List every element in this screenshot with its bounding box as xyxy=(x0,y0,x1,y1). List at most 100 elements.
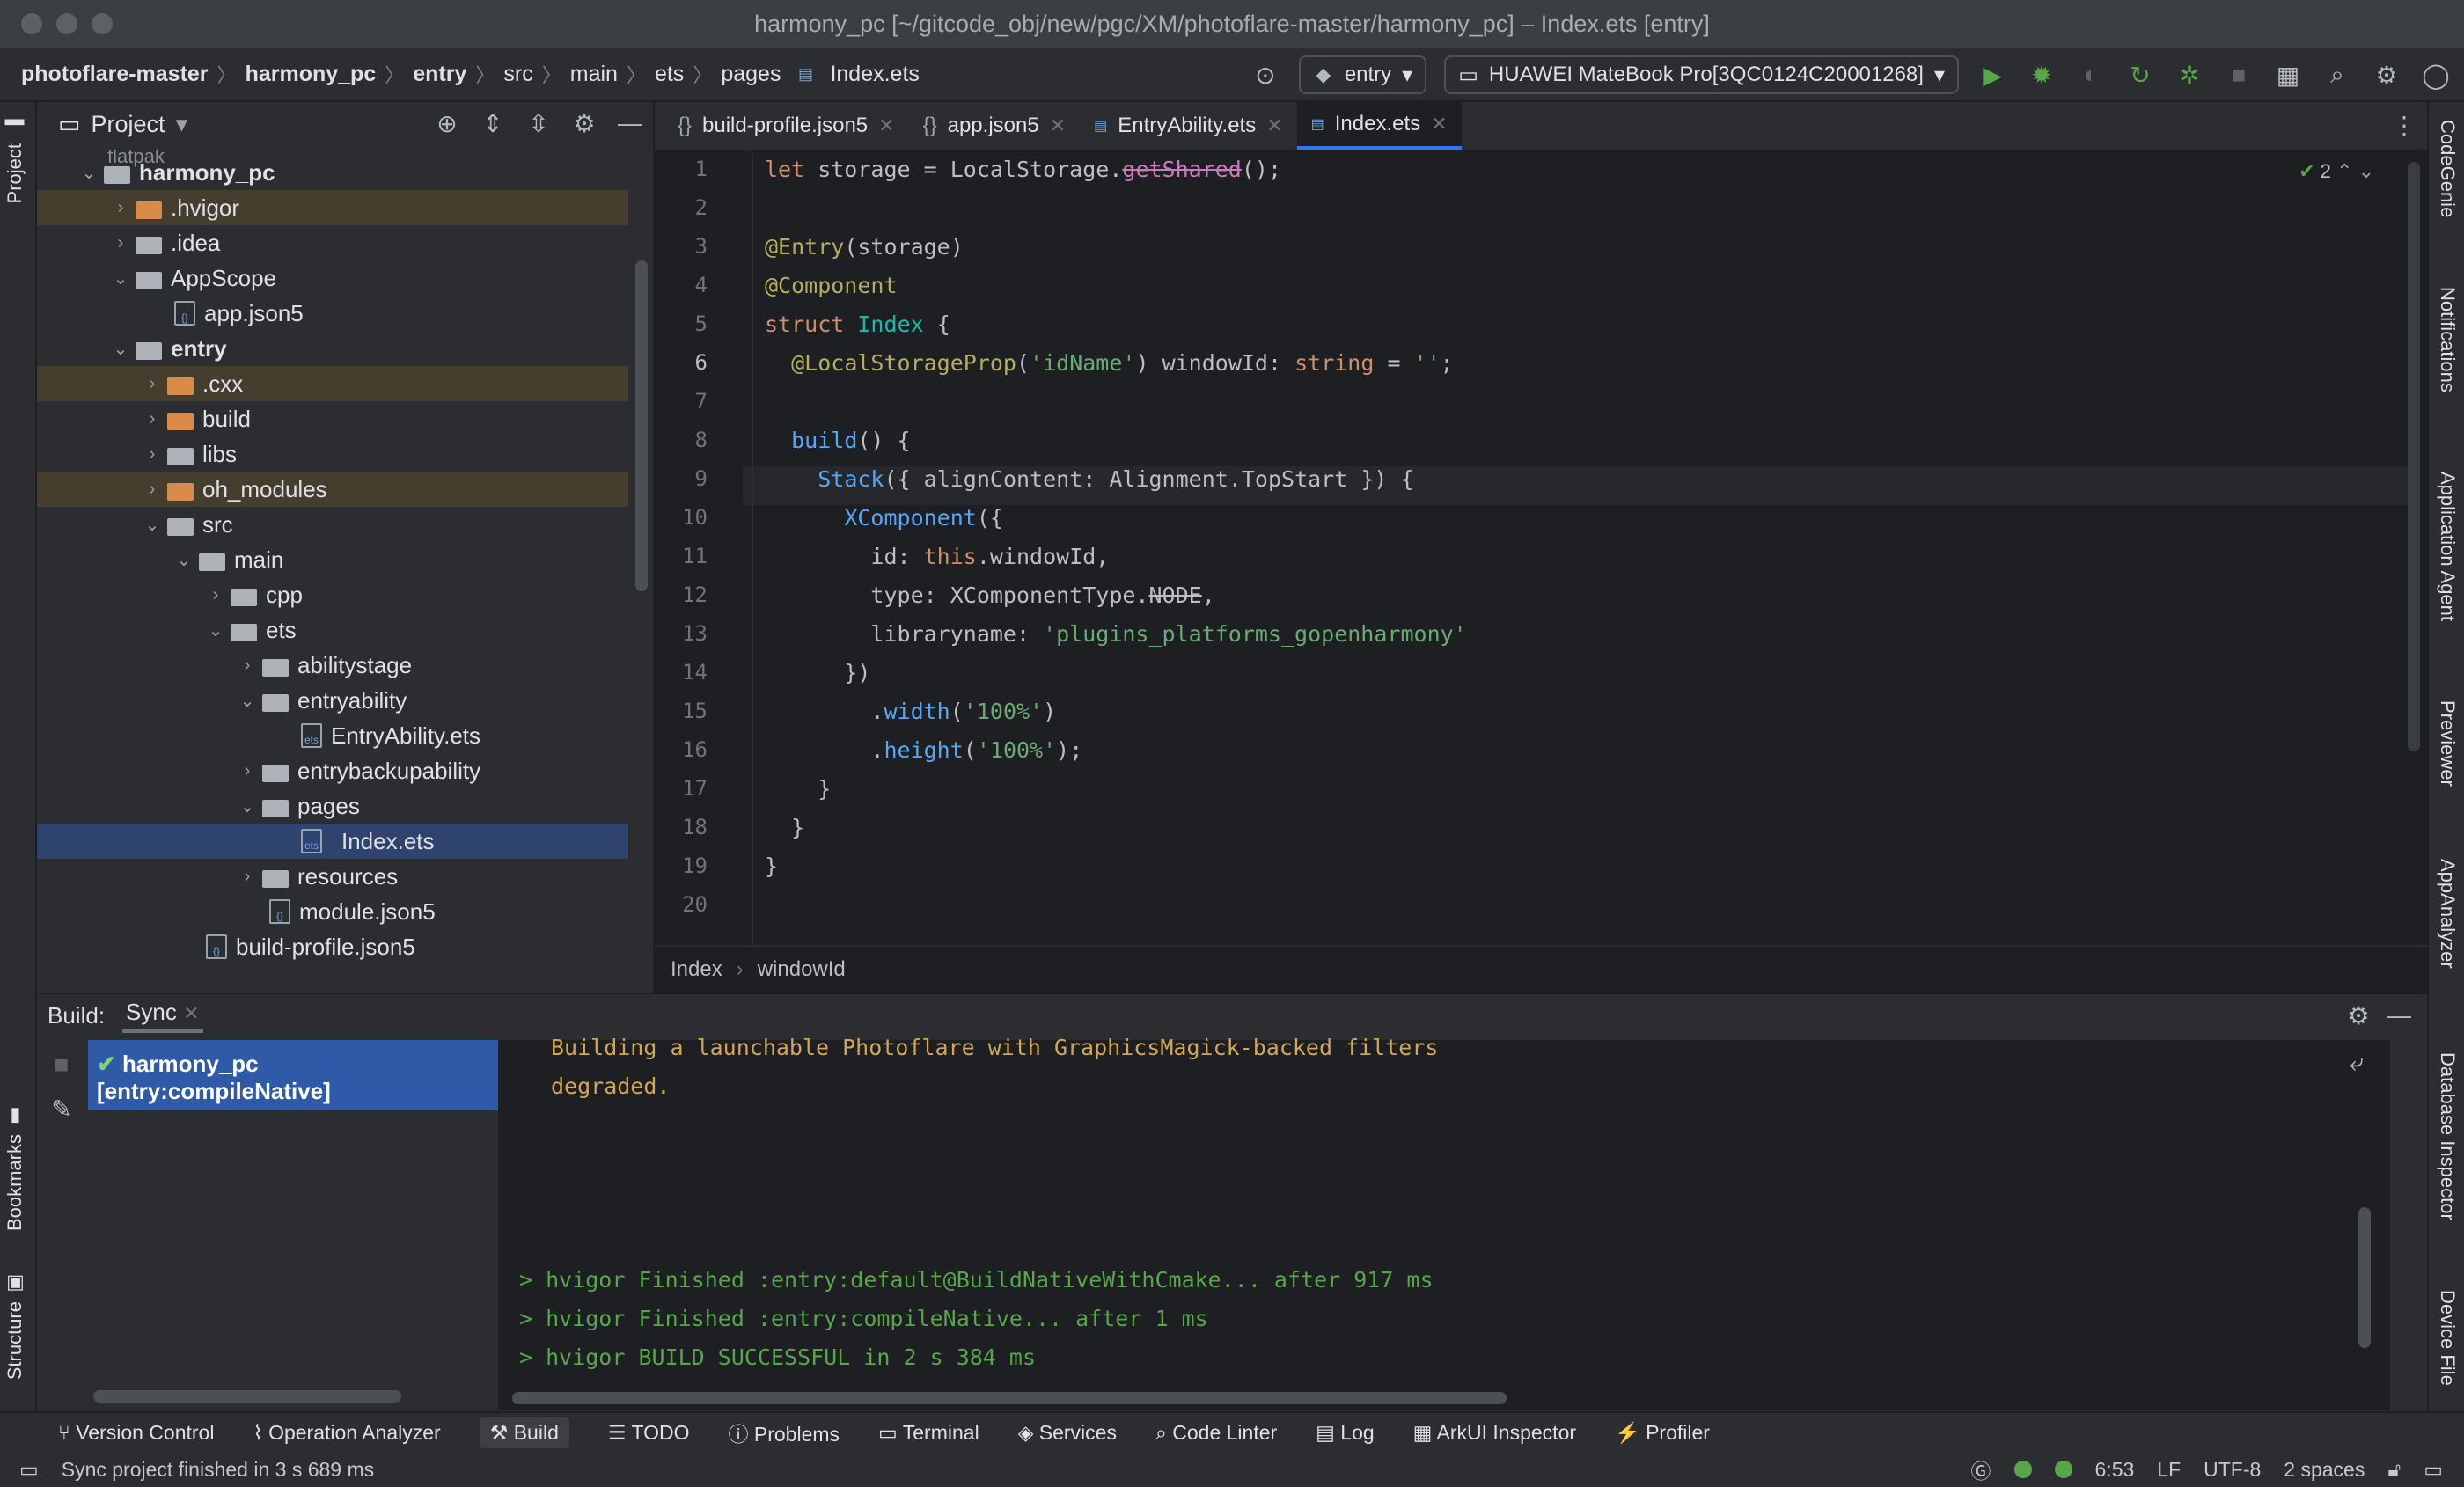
arkui-inspector-button[interactable]: ▦ ArkUI Inspector xyxy=(1413,1421,1576,1445)
gear-icon[interactable]: ⚙ xyxy=(2343,1000,2374,1031)
crumb-src[interactable]: src xyxy=(503,62,532,87)
previewer-tool-tab[interactable]: Previewer xyxy=(2436,700,2459,787)
code-linter-button[interactable]: ⌕ Code Linter xyxy=(1155,1421,1277,1445)
codegenie-tool-tab[interactable]: CodeGenie xyxy=(2436,120,2459,217)
console-h-scrollbar[interactable] xyxy=(512,1392,1507,1404)
tab-build-profile[interactable]: {} build-profile.json5 ✕ xyxy=(664,102,909,150)
crumb-file[interactable]: Index.ets xyxy=(830,62,919,87)
tree-row-oh-modules[interactable]: › oh_modules xyxy=(37,472,628,507)
codegenie-status-icon[interactable]: Ⓖ xyxy=(1971,1454,1991,1484)
tree-row-entryability[interactable]: ⌄ entryability xyxy=(37,683,628,718)
gear-icon[interactable]: ⚙ xyxy=(568,107,600,139)
module-selector[interactable]: ◆ entry ▾ xyxy=(1298,55,1427,94)
lock-icon[interactable]: 🔓︎ xyxy=(2387,1458,2401,1482)
crumb-pages[interactable]: pages xyxy=(721,62,781,87)
caret-position[interactable]: 6:53 xyxy=(2095,1458,2135,1482)
tree-row-idea[interactable]: › .idea xyxy=(37,225,628,260)
expand-all-icon[interactable]: ⇕ xyxy=(477,107,509,139)
tree-row-abilitystage[interactable]: › abilitystage xyxy=(37,648,628,683)
close-icon[interactable]: ✕ xyxy=(1050,114,1066,137)
problems-button[interactable]: ⓘ Problems xyxy=(729,1417,840,1447)
appanalyzer-tool-tab[interactable]: AppAnalyzer xyxy=(2436,859,2459,969)
pin-icon[interactable]: ✎ xyxy=(46,1093,77,1124)
status-dot[interactable] xyxy=(2013,1461,2032,1478)
project-scrollbar[interactable] xyxy=(635,260,648,591)
panel-toggle-icon[interactable]: ▭ xyxy=(19,1458,39,1482)
editor-crumb-field[interactable]: windowId xyxy=(758,957,846,982)
build-button[interactable]: ⚒ Build xyxy=(479,1417,569,1448)
chevron-down-icon[interactable]: ▾ xyxy=(176,111,188,138)
tree-row-ets[interactable]: ⌄ ets xyxy=(37,612,628,648)
version-control-button[interactable]: ⑂ Version Control xyxy=(58,1421,214,1445)
close-button[interactable] xyxy=(21,13,42,34)
close-icon[interactable]: ✕ xyxy=(183,1002,199,1024)
device-selector[interactable]: ▭ HUAWEI MateBook Pro[3QC0124C20001268] ▾ xyxy=(1444,55,1959,94)
zoom-button[interactable] xyxy=(92,13,113,34)
attach-debugger-icon[interactable]: ◐ xyxy=(2075,59,2107,91)
soft-wrap-icon[interactable]: ⤶ xyxy=(2341,1047,2372,1079)
tab-index-ets[interactable]: ▤ Index.ets ✕ xyxy=(1296,102,1462,150)
bookmarks-tool-tab[interactable]: Bookmarks ▮ xyxy=(4,1105,26,1231)
device-file-tool-tab[interactable]: Device File xyxy=(2436,1290,2459,1386)
line-separator[interactable]: LF xyxy=(2157,1458,2181,1482)
structure-tool-tab[interactable]: Structure ▣ xyxy=(4,1272,26,1380)
run-icon[interactable]: ▶ xyxy=(1976,59,2008,91)
gear-icon[interactable]: ⚙ xyxy=(2371,59,2402,91)
crumb-main[interactable]: main xyxy=(570,62,618,87)
tree-row-index-ets[interactable]: ets Index.ets xyxy=(37,824,628,859)
window-controls[interactable] xyxy=(21,13,113,34)
tab-sync[interactable]: Sync ✕ xyxy=(122,999,203,1033)
build-console[interactable]: Building a launchable Photoflare with Gr… xyxy=(498,1035,2390,1410)
tree-row-libs[interactable]: › libs xyxy=(37,436,628,472)
crumb-module[interactable]: entry xyxy=(413,62,466,87)
tree-row-entrybackupability[interactable]: › entrybackupability xyxy=(37,753,628,788)
inspection-widget[interactable]: ✔ 2 ⌃ ⌄ xyxy=(2299,160,2374,183)
tree-row-hvigor[interactable]: › .hvigor xyxy=(37,190,628,225)
build-task-item[interactable]: ✔ harmony_pc [entry:compileNative] xyxy=(88,1040,498,1110)
close-icon[interactable]: ✕ xyxy=(878,114,894,137)
project-tool-tab[interactable]: Project ▬ xyxy=(4,114,26,203)
tab-app-json5[interactable]: {} app.json5 ✕ xyxy=(909,102,1081,150)
file-encoding[interactable]: UTF-8 xyxy=(2204,1458,2261,1482)
chevron-up-icon[interactable]: ⌃ xyxy=(2336,160,2352,182)
tree-row-src[interactable]: ⌄ src xyxy=(37,507,628,542)
console-v-scrollbar[interactable] xyxy=(2358,1207,2371,1348)
indent-setting[interactable]: 2 spaces xyxy=(2284,1458,2365,1482)
log-button[interactable]: ▤ Log xyxy=(1316,1421,1375,1445)
stop-icon[interactable]: ■ xyxy=(46,1049,77,1080)
tree-row-cxx[interactable]: › .cxx xyxy=(37,366,628,401)
application-agent-tool-tab[interactable]: Application Agent xyxy=(2436,472,2459,621)
editor-scrollbar[interactable] xyxy=(2408,162,2420,751)
tree-row-pages[interactable]: ⌄ pages xyxy=(37,788,628,824)
stop-icon[interactable]: ■ xyxy=(2223,59,2255,91)
crumb-ets[interactable]: ets xyxy=(655,62,684,87)
chevron-down-icon[interactable]: ⌄ xyxy=(2358,160,2374,182)
tree-row-harmony-pc[interactable]: ⌄ harmony_pc xyxy=(37,155,628,190)
crumb-root[interactable]: photoflare-master xyxy=(21,62,209,87)
more-options-icon[interactable]: ⋮ xyxy=(2388,109,2420,141)
todo-button[interactable]: ☰ TODO xyxy=(608,1421,690,1445)
tree-row-module-json5[interactable]: {} module.json5 xyxy=(37,894,628,929)
tree-row-app-json5[interactable]: {} app.json5 xyxy=(37,296,628,331)
database-inspector-tool-tab[interactable]: Database Inspector xyxy=(2436,1052,2459,1220)
build-tree-scrollbar[interactable] xyxy=(93,1390,401,1403)
tree-row-build[interactable]: › build xyxy=(37,401,628,436)
project-panel-title[interactable]: Project xyxy=(92,111,165,138)
tree-row-entry[interactable]: ⌄ entry xyxy=(37,331,628,366)
tree-row-build-profile[interactable]: {} build-profile.json5 xyxy=(37,929,628,964)
notifications-tool-tab[interactable]: Notifications xyxy=(2436,287,2459,392)
editor-crumb-struct[interactable]: Index xyxy=(671,957,722,982)
crumb-project[interactable]: harmony_pc xyxy=(246,62,377,87)
tab-entryability[interactable]: ▤ EntryAbility.ets ✕ xyxy=(1080,102,1297,150)
tree-row-main[interactable]: ⌄ main xyxy=(37,542,628,577)
close-icon[interactable]: ✕ xyxy=(1266,114,1282,137)
apply-changes-icon[interactable]: ↻ xyxy=(2124,59,2156,91)
minimize-button[interactable] xyxy=(56,13,77,34)
project-structure-icon[interactable]: ▦ xyxy=(2272,59,2304,91)
collapse-all-icon[interactable]: ⇳ xyxy=(523,107,554,139)
code-area[interactable]: ✔ 2 ⌃ ⌄ 1 2 3 4 5 6 7 8 9 10 11 12 13 14… xyxy=(655,153,2427,945)
terminal-button[interactable]: ▭ Terminal xyxy=(878,1421,979,1445)
minimize-icon[interactable]: — xyxy=(2383,1000,2415,1031)
operation-analyzer-button[interactable]: ⌇ Operation Analyzer xyxy=(253,1421,440,1445)
profiler-button[interactable]: ⚡ Profiler xyxy=(1615,1421,1710,1445)
